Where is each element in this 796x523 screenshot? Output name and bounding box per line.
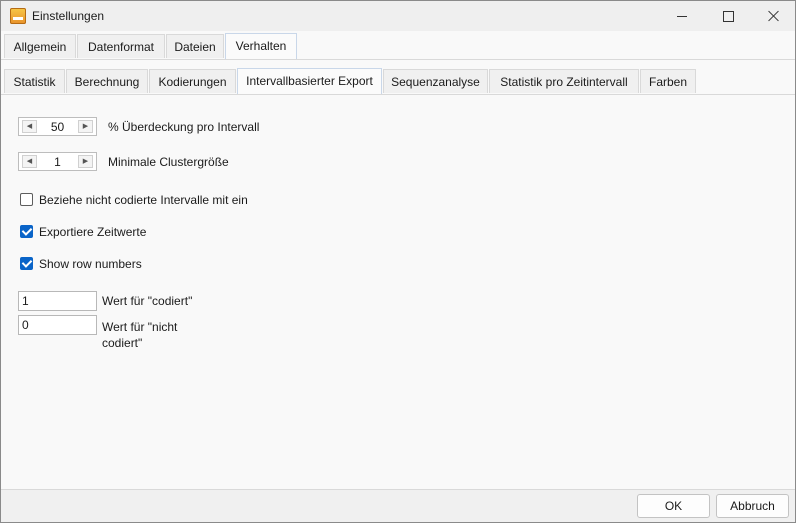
minimize-icon [677, 15, 687, 17]
tab-kodierungen[interactable]: Kodierungen [149, 69, 236, 93]
overlap-label: % Überdeckung pro Intervall [108, 120, 260, 134]
main-tab-bar: Allgemein Datenformat Dateien Verhalten [1, 32, 795, 60]
settings-window: Einstellungen Allgemein Datenformat Date… [0, 0, 796, 523]
maximize-button[interactable] [705, 1, 751, 31]
coded-value-label: Wert für "codiert" [102, 294, 193, 308]
tab-datenformat[interactable]: Datenformat [77, 34, 165, 58]
decrement-button[interactable]: ◀ [22, 155, 37, 168]
export-times-checkbox[interactable] [20, 225, 33, 238]
tab-farben[interactable]: Farben [640, 69, 696, 93]
tab-berechnung[interactable]: Berechnung [66, 69, 148, 93]
cluster-value[interactable]: 1 [39, 155, 76, 169]
coded-value-input[interactable]: 1 [18, 291, 97, 311]
window-title: Einstellungen [32, 9, 105, 23]
uncoded-value-input[interactable]: 0 [18, 315, 97, 335]
tab-verhalten[interactable]: Verhalten [225, 33, 297, 59]
close-button[interactable] [751, 1, 795, 31]
app-icon [10, 8, 26, 24]
tab-sequenzanalyse[interactable]: Sequenzanalyse [383, 69, 488, 93]
maximize-icon [722, 10, 734, 22]
uncoded-value-label-line1: Wert für "nicht [102, 320, 178, 334]
tab-allgemein[interactable]: Allgemein [4, 34, 76, 58]
tab-intervallbasierter-export[interactable]: Intervallbasierter Export [237, 68, 382, 94]
ok-button[interactable]: OK [637, 494, 710, 518]
dialog-footer: OK Abbruch [1, 489, 795, 522]
increment-button[interactable]: ▶ [78, 155, 93, 168]
row-numbers-checkbox[interactable] [20, 257, 33, 270]
tab-statistik-pro-zeitintervall[interactable]: Statistik pro Zeitintervall [489, 69, 639, 93]
minimize-button[interactable] [659, 1, 705, 31]
cluster-label: Minimale Clustergröße [108, 155, 229, 169]
uncoded-value-label-line2: codiert" [102, 336, 143, 350]
include-uncoded-checkbox[interactable] [20, 193, 33, 206]
overlap-value[interactable]: 50 [39, 120, 76, 134]
close-icon [768, 10, 780, 22]
cluster-spinner[interactable]: ◀ 1 ▶ [18, 152, 97, 171]
title-bar: Einstellungen [1, 1, 795, 31]
export-times-label: Exportiere Zeitwerte [39, 225, 147, 239]
tab-statistik[interactable]: Statistik [4, 69, 65, 93]
include-uncoded-label: Beziehe nicht codierte Intervalle mit ei… [39, 193, 248, 207]
row-numbers-label: Show row numbers [39, 257, 142, 271]
cancel-button[interactable]: Abbruch [716, 494, 789, 518]
sub-tab-bar: Statistik Berechnung Kodierungen Interva… [1, 67, 795, 95]
increment-button[interactable]: ▶ [78, 120, 93, 133]
decrement-button[interactable]: ◀ [22, 120, 37, 133]
settings-panel: ◀ 50 ▶ % Überdeckung pro Intervall ◀ 1 ▶… [1, 95, 795, 489]
overlap-spinner[interactable]: ◀ 50 ▶ [18, 117, 97, 136]
tab-dateien[interactable]: Dateien [166, 34, 224, 58]
